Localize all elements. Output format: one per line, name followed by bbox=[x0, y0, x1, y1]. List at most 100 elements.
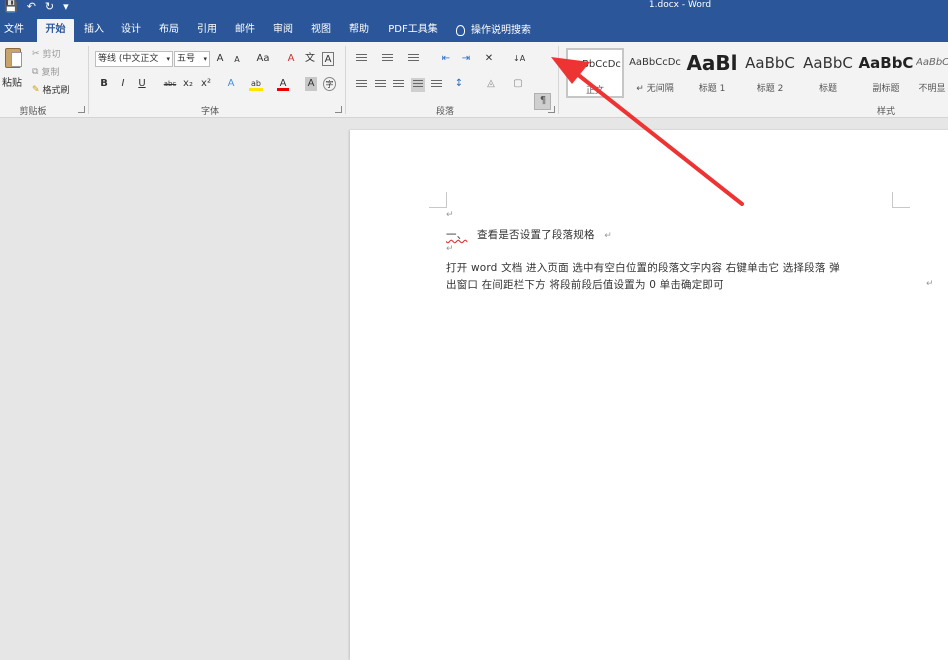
document-page[interactable]: ↵ 一、 查看是否设置了段落规格 ↵ ↵ 打开 word 文档 进入页面 选中有… bbox=[350, 130, 948, 660]
text-effects-button[interactable]: A bbox=[225, 77, 237, 91]
paragraph-mark: ↵ bbox=[604, 231, 612, 241]
bold-button[interactable]: B bbox=[98, 77, 110, 91]
borders-icon[interactable]: ▢ bbox=[512, 77, 524, 91]
justify-icon[interactable] bbox=[411, 78, 425, 92]
style-sample: AaBbC bbox=[858, 54, 914, 72]
quick-access-toolbar: 💾 ↶ ↻ ▾ bbox=[4, 0, 69, 14]
style-heading-2[interactable]: AaBbC 标题 2 bbox=[742, 48, 798, 98]
tab-pdf-tools[interactable]: PDF工具集 bbox=[385, 19, 441, 42]
style-name: 标题 bbox=[818, 84, 837, 94]
font-group-label: 字体 bbox=[200, 107, 219, 117]
style-no-spacing[interactable]: AaBbCcDc ↵ 无间隔 bbox=[628, 48, 682, 98]
tab-review[interactable]: 审阅 bbox=[271, 19, 295, 42]
style-sample: AaBbC bbox=[745, 54, 795, 72]
style-sample: AaBbCcDc bbox=[569, 59, 621, 70]
style-subtle-emphasis[interactable]: AaBbC 不明显 bbox=[916, 48, 948, 98]
brush-icon: ✎ bbox=[32, 84, 40, 95]
tab-file[interactable]: 文件 bbox=[2, 19, 26, 42]
tab-home[interactable]: 开始 bbox=[37, 19, 74, 42]
subscript-button[interactable]: x₂ bbox=[182, 77, 194, 91]
page-corner-mark bbox=[429, 192, 447, 208]
cut-label: 剪切 bbox=[42, 50, 61, 60]
align-right-icon[interactable] bbox=[393, 80, 404, 90]
shading-icon[interactable]: ◬ bbox=[484, 77, 498, 91]
format-painter-label: 格式刷 bbox=[42, 86, 70, 96]
style-name: 标题 2 bbox=[756, 84, 784, 94]
paste-button[interactable]: 粘贴 bbox=[2, 74, 22, 89]
change-case-button[interactable]: Aa bbox=[252, 52, 274, 66]
italic-button[interactable]: I bbox=[117, 77, 129, 91]
body-line-1[interactable]: 打开 word 文档 进入页面 选中有空白位置的段落文字内容 右键单击它 选择段… bbox=[446, 260, 840, 275]
tab-design[interactable]: 设计 bbox=[119, 19, 143, 42]
paragraph-launcher-icon[interactable] bbox=[548, 106, 555, 113]
paragraph-mark: ↵ bbox=[446, 244, 454, 254]
enclose-characters-button[interactable]: 字 bbox=[323, 77, 336, 91]
font-size-value: 五号 bbox=[177, 54, 196, 64]
tell-me-search[interactable]: 操作说明搜索 bbox=[456, 19, 531, 42]
paste-icon[interactable] bbox=[5, 48, 22, 68]
clipboard-launcher-icon[interactable] bbox=[78, 106, 85, 113]
body-line-2[interactable]: 出窗口 在间距栏下方 将段前段后值设置为 0 单击确定即可 bbox=[446, 277, 724, 292]
bullets-icon[interactable] bbox=[356, 54, 367, 64]
font-color-button[interactable]: A bbox=[277, 77, 289, 91]
copy-label: 复制 bbox=[41, 68, 60, 78]
tab-mailings[interactable]: 邮件 bbox=[233, 19, 257, 42]
style-name: 不明显 bbox=[918, 84, 946, 94]
sort-icon[interactable]: ↓A bbox=[513, 52, 525, 66]
shrink-font-button[interactable]: A bbox=[232, 53, 242, 67]
highlight-color-button[interactable]: ab bbox=[249, 77, 263, 91]
line-spacing-icon[interactable]: ↕ bbox=[452, 77, 466, 91]
grow-font-button[interactable]: A bbox=[214, 52, 226, 66]
style-heading-1[interactable]: AaBl 标题 1 bbox=[686, 48, 738, 98]
chinese-layout-icon[interactable]: ✕ bbox=[482, 52, 496, 66]
save-icon[interactable]: 💾 bbox=[4, 1, 18, 13]
ribbon: 粘贴 ✂ 剪切 ⧉ 复制 ✎ 格式刷 剪贴板 等线 (中文正文 ▾ 五号 ▾ A… bbox=[0, 42, 948, 118]
heading-text: 查看是否设置了段落规格 bbox=[476, 229, 595, 241]
paragraph-mark: ↵ bbox=[446, 210, 454, 220]
paragraph-mark: ↵ bbox=[926, 279, 934, 289]
style-normal[interactable]: AaBbCcDc 正文 bbox=[566, 48, 624, 98]
character-border-button[interactable]: A bbox=[322, 52, 334, 66]
undo-icon[interactable]: ↶ bbox=[27, 1, 36, 13]
font-launcher-icon[interactable] bbox=[335, 106, 342, 113]
phonetic-guide-button[interactable]: 文 bbox=[304, 52, 316, 66]
style-sample: AaBl bbox=[686, 51, 738, 75]
style-sample: AaBbC bbox=[916, 57, 948, 68]
clear-formatting-button[interactable]: A bbox=[285, 52, 297, 66]
document-title: 1.docx - Word bbox=[648, 0, 712, 10]
styles-group-label: 样式 bbox=[876, 107, 895, 117]
strikethrough-button[interactable]: abc bbox=[162, 77, 178, 91]
numbering-icon[interactable] bbox=[382, 54, 393, 64]
decrease-indent-icon[interactable]: ⇤ bbox=[440, 52, 452, 66]
tell-me-label: 操作说明搜索 bbox=[471, 24, 531, 36]
style-name: 标题 1 bbox=[698, 84, 726, 94]
underline-button[interactable]: U bbox=[136, 77, 148, 91]
increase-indent-icon[interactable]: ⇥ bbox=[460, 52, 472, 66]
redo-icon[interactable]: ↻ bbox=[45, 1, 54, 13]
group-separator bbox=[558, 46, 559, 114]
tab-help[interactable]: 帮助 bbox=[347, 19, 371, 42]
align-center-icon[interactable] bbox=[375, 80, 386, 90]
customize-quick-access-icon[interactable]: ▾ bbox=[63, 1, 69, 13]
format-painter-button[interactable]: ✎ 格式刷 bbox=[32, 83, 70, 97]
tab-references[interactable]: 引用 bbox=[195, 19, 219, 42]
distributed-icon[interactable] bbox=[431, 80, 442, 90]
superscript-button[interactable]: x² bbox=[200, 77, 212, 91]
heading-line[interactable]: 一、 查看是否设置了段落规格 ↵ bbox=[446, 227, 612, 242]
font-name-select[interactable]: 等线 (中文正文 ▾ bbox=[95, 51, 173, 67]
align-left-icon[interactable] bbox=[356, 80, 367, 90]
style-title[interactable]: AaBbC 标题 bbox=[800, 48, 856, 98]
tab-layout[interactable]: 布局 bbox=[157, 19, 181, 42]
font-size-select[interactable]: 五号 ▾ bbox=[174, 51, 210, 67]
heading-number: 一、 bbox=[446, 229, 468, 241]
multilevel-list-icon[interactable] bbox=[408, 54, 419, 64]
tab-view[interactable]: 视图 bbox=[309, 19, 333, 42]
cut-button[interactable]: ✂ 剪切 bbox=[32, 47, 61, 61]
character-shading-button[interactable]: A bbox=[305, 77, 317, 91]
style-subtitle[interactable]: AaBbC 副标题 bbox=[858, 48, 914, 98]
style-name: 正文 bbox=[585, 86, 604, 96]
tab-insert[interactable]: 插入 bbox=[82, 19, 106, 42]
lightbulb-icon bbox=[456, 25, 465, 36]
style-name: ↵ 无间隔 bbox=[636, 84, 674, 94]
copy-button[interactable]: ⧉ 复制 bbox=[32, 65, 60, 79]
